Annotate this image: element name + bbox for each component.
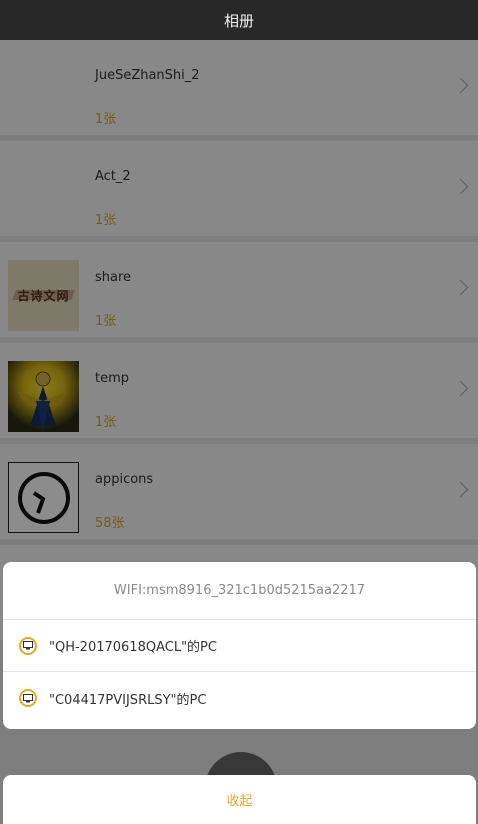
pc-list-item[interactable]: "QH-20170618QACL"的PC <box>3 620 476 672</box>
collapse-button[interactable]: 收起 <box>3 775 476 824</box>
dialog-title: WIFI:msm8916_321c1b0d5215aa2217 <box>3 562 476 620</box>
wifi-pc-dialog: WIFI:msm8916_321c1b0d5215aa2217 "QH-2017… <box>3 562 476 729</box>
pc-list-item[interactable]: "C04417PVIJSRLSY"的PC <box>3 672 476 724</box>
pc-name: "C04417PVIJSRLSY"的PC <box>49 692 207 708</box>
page-title: 相册 <box>223 11 254 30</box>
app-title-bar: 相册 <box>0 0 478 40</box>
monitor-icon <box>19 689 37 707</box>
monitor-icon <box>19 636 37 655</box>
pc-name: "QH-20170618QACL"的PC <box>49 640 217 655</box>
collapse-label: 收起 <box>226 794 253 809</box>
